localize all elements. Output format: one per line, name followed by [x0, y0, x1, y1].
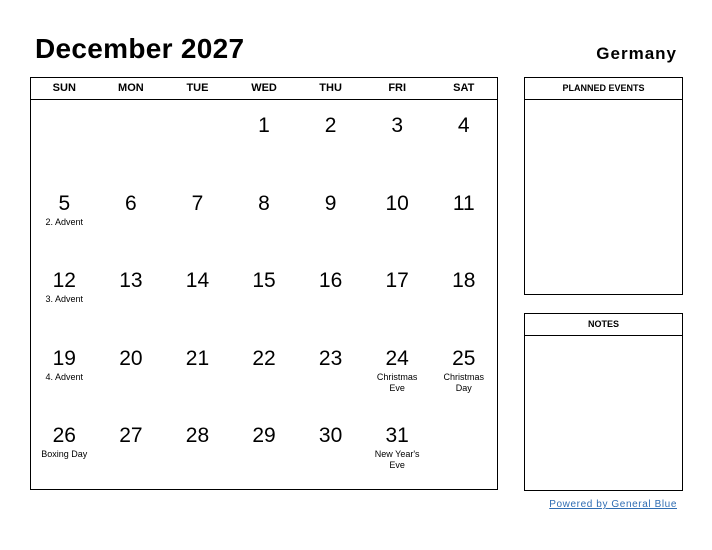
calendar-grid: SUN MON TUE WED THU FRI SAT 1 2 3 4 5 2. Adve… [30, 77, 498, 490]
weekday-sun: SUN [52, 82, 76, 94]
day-cell: 22 [231, 333, 298, 411]
day-cell: 10 [364, 178, 431, 256]
day-number: 19 [52, 346, 76, 370]
day-cell: 19 4. Advent [31, 333, 98, 411]
weekday-wed: WED [251, 82, 277, 94]
day-number: 23 [318, 346, 343, 370]
day-cell: 28 [164, 410, 231, 488]
day-number: 17 [385, 269, 409, 293]
day-cell: 7 [164, 178, 231, 256]
day-cell: 13 [98, 255, 165, 333]
day-cell: 3 [364, 100, 431, 178]
day-cell: 23 [297, 333, 364, 411]
holiday-label: Christmas Eve [376, 371, 418, 393]
page-title: December 2027 [35, 33, 245, 64]
weekday-fri: FRI [388, 82, 407, 94]
day-number: 7 [191, 191, 204, 215]
day-cell: 17 [364, 255, 431, 333]
day-cell: 18 [430, 255, 497, 333]
day-number: 9 [324, 191, 337, 215]
day-cell: 25 Christmas Day [430, 333, 497, 411]
day-number: 24 [385, 346, 409, 370]
empty-day-cell [430, 410, 497, 488]
day-cell: 12 3. Advent [31, 255, 98, 333]
holiday-label: New Year's Eve [374, 449, 420, 471]
day-cell: 2 [297, 100, 364, 178]
holiday-label: Boxing Day [41, 449, 88, 460]
holiday-label: 3. Advent [45, 294, 84, 305]
day-cell: 1 [231, 100, 298, 178]
week-row: 26 Boxing Day 27 28 29 30 31 New Year's Eve [31, 410, 497, 488]
day-number: 31 [385, 424, 409, 448]
day-cell: 16 [297, 255, 364, 333]
day-cell: 21 [164, 333, 231, 411]
day-number: 14 [185, 269, 210, 293]
day-number: 4 [457, 114, 470, 137]
country-label: Germany [596, 44, 677, 63]
day-number: 18 [452, 269, 476, 293]
day-cell: 29 [231, 410, 298, 488]
empty-day-cell [31, 100, 98, 178]
day-number: 20 [119, 346, 143, 370]
holiday-label: Christmas Day [443, 371, 485, 393]
weekday-mon: MON [118, 82, 144, 94]
day-number: 28 [185, 424, 210, 448]
day-cell: 4 [430, 100, 497, 178]
day-cell: 15 [231, 255, 298, 333]
day-cell: 30 [297, 410, 364, 488]
planned-events-header: PLANNED EVENTS [525, 78, 682, 100]
day-cell: 31 New Year's Eve [364, 410, 431, 488]
day-number: 6 [125, 191, 137, 215]
notes-header: NOTES [525, 314, 682, 336]
day-number: 13 [119, 269, 143, 293]
day-number: 26 [52, 424, 76, 448]
day-number: 5 [58, 191, 71, 215]
day-cell: 6 [98, 178, 165, 256]
day-cell: 27 [98, 410, 165, 488]
day-number: 3 [391, 114, 404, 137]
day-number: 1 [258, 114, 270, 137]
day-number: 25 [452, 346, 476, 370]
planned-events-panel: PLANNED EVENTS [524, 77, 683, 295]
week-row: 5 2. Advent 6 7 8 9 10 11 [31, 178, 497, 256]
day-number: 2 [324, 114, 337, 137]
notes-panel: NOTES [524, 313, 683, 491]
day-number: 10 [385, 191, 409, 215]
day-number: 11 [452, 191, 475, 215]
weekday-header: SUN MON TUE WED THU FRI SAT [31, 78, 497, 100]
day-number: 22 [252, 346, 276, 370]
day-cell: 26 Boxing Day [31, 410, 98, 488]
week-row: 12 3. Advent 13 14 15 16 17 18 [31, 255, 497, 333]
day-number: 16 [318, 269, 343, 293]
weekday-thu: THU [319, 82, 342, 94]
week-row: 1 2 3 4 [31, 100, 497, 178]
day-number: 27 [119, 424, 143, 448]
day-cell: 5 2. Advent [31, 178, 98, 256]
holiday-label: 4. Advent [45, 371, 84, 382]
day-cell: 14 [164, 255, 231, 333]
day-cell: 11 [430, 178, 497, 256]
day-cell: 9 [297, 178, 364, 256]
weekday-sat: SAT [453, 82, 475, 94]
day-number: 8 [258, 191, 270, 215]
day-number: 21 [185, 346, 210, 370]
day-number: 12 [52, 269, 76, 293]
day-number: 30 [318, 424, 343, 448]
day-cell: 20 [98, 333, 165, 411]
powered-by-link[interactable]: Powered by General Blue [549, 499, 677, 510]
weekday-tue: TUE [186, 82, 209, 94]
weeks-container: 1 2 3 4 5 2. Advent 6 7 8 9 10 11 12 3. Advent 13 14 15 1… [31, 100, 497, 488]
empty-day-cell [164, 100, 231, 178]
day-number: 15 [252, 269, 276, 293]
empty-day-cell [98, 100, 165, 178]
week-row: 19 4. Advent 20 21 22 23 24 Christmas Eve 25 Chri… [31, 333, 497, 411]
day-number: 29 [252, 424, 276, 448]
day-cell: 8 [231, 178, 298, 256]
holiday-label: 2. Advent [45, 216, 84, 227]
day-cell: 24 Christmas Eve [364, 333, 431, 411]
